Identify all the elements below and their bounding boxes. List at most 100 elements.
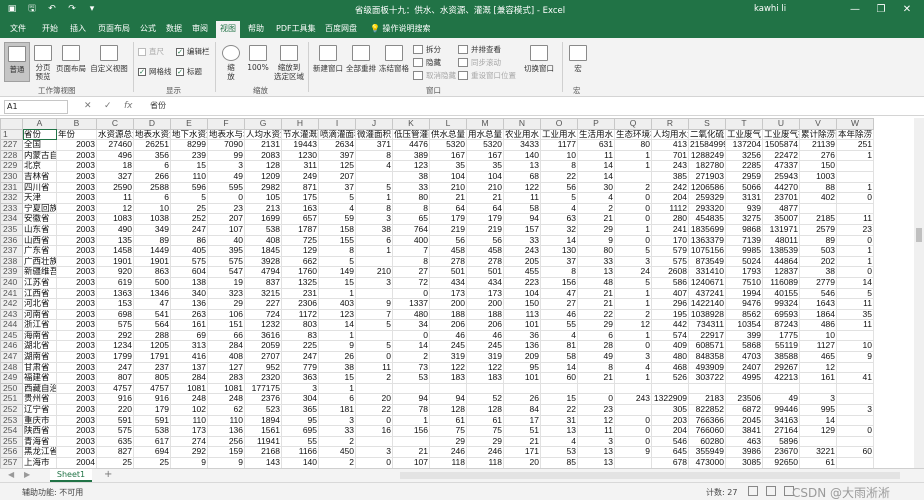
cell[interactable]: 工业用水 xyxy=(540,128,578,141)
cell[interactable]: 工业废气 xyxy=(725,128,763,141)
cell[interactable]: 61 xyxy=(429,414,467,427)
cell[interactable]: 64 xyxy=(466,202,504,215)
cell[interactable]: 541 xyxy=(133,308,171,321)
cell[interactable]: 27164 xyxy=(762,425,800,437)
cell[interactable]: 107 xyxy=(392,457,430,468)
cell[interactable]: 2003 xyxy=(56,361,97,374)
cell[interactable]: 58 xyxy=(540,351,578,363)
cell[interactable]: 501 xyxy=(429,266,467,278)
cell[interactable]: 1894 xyxy=(244,414,282,427)
cell[interactable]: 395 xyxy=(207,245,245,257)
cell[interactable]: 2579 xyxy=(799,223,837,236)
cell[interactable]: 25943 xyxy=(762,170,800,183)
cell[interactable]: 245 xyxy=(429,340,467,353)
cell[interactable]: 207 xyxy=(318,170,356,183)
cell[interactable]: 68 xyxy=(503,170,541,183)
cell[interactable]: 1112 xyxy=(651,202,689,215)
cell[interactable]: 2407 xyxy=(725,361,763,374)
cell[interactable]: 14 xyxy=(577,160,615,172)
cell[interactable]: 863 xyxy=(133,266,171,278)
cell[interactable]: 158 xyxy=(318,223,356,236)
cell[interactable] xyxy=(836,435,874,448)
cell[interactable]: 0 xyxy=(207,192,245,204)
cell[interactable]: 1 xyxy=(355,192,393,204)
cell[interactable]: 2003 xyxy=(56,234,97,247)
cell[interactable]: 5320 xyxy=(466,139,504,151)
cell[interactable]: 江苏省 xyxy=(22,276,57,289)
cell[interactable]: 贵州省 xyxy=(22,393,57,406)
split-button[interactable]: 拆分 xyxy=(413,44,441,55)
cell[interactable]: 227 xyxy=(244,298,282,310)
cell[interactable]: 42213 xyxy=(762,372,800,384)
cell[interactable]: 1 xyxy=(614,372,652,384)
cell[interactable] xyxy=(836,457,874,468)
cell[interactable]: 177175 xyxy=(244,382,282,395)
cell[interactable]: 2306 xyxy=(281,298,319,310)
cell[interactable]: 20 xyxy=(355,393,393,406)
cell[interactable]: 3986 xyxy=(725,446,763,458)
cell[interactable]: 125 xyxy=(318,160,356,172)
cell[interactable]: 省份 xyxy=(22,128,57,141)
cell[interactable] xyxy=(799,202,837,215)
cell[interactable]: 21 xyxy=(429,192,467,204)
cell[interactable]: 12 xyxy=(96,202,134,215)
cell[interactable]: 37 xyxy=(540,255,578,268)
cell[interactable]: 779 xyxy=(281,361,319,374)
cell[interactable]: 21 xyxy=(577,298,615,310)
cell[interactable]: 94 xyxy=(503,213,541,225)
cell[interactable]: 3215 xyxy=(244,287,282,300)
cell[interactable] xyxy=(799,435,837,448)
row-header[interactable]: 237 xyxy=(0,245,23,257)
cell[interactable]: 138539 xyxy=(762,245,800,257)
row-header[interactable]: 1 xyxy=(0,128,23,141)
cell[interactable]: 30 xyxy=(577,181,615,194)
cell[interactable]: 8 xyxy=(540,160,578,172)
cell[interactable]: 2003 xyxy=(56,435,97,448)
cell[interactable]: 248 xyxy=(170,393,208,406)
cell[interactable]: 8562 xyxy=(725,308,763,321)
cell[interactable]: 9868 xyxy=(725,223,763,236)
cell[interactable]: 349 xyxy=(133,223,171,236)
cell[interactable]: 69593 xyxy=(762,308,800,321)
cell[interactable]: 0 xyxy=(836,266,874,278)
cell[interactable]: 7090 xyxy=(207,139,245,151)
cell[interactable]: 5 xyxy=(540,192,578,204)
cell[interactable]: 47337 xyxy=(762,160,800,172)
cell[interactable]: 0 xyxy=(614,340,652,353)
cell[interactable]: 104 xyxy=(503,287,541,300)
cell[interactable]: 939 xyxy=(725,202,763,215)
cell[interactable]: 135 xyxy=(96,234,134,247)
cell[interactable]: 35 xyxy=(836,308,874,321)
cell[interactable]: 251 xyxy=(836,139,874,151)
cell[interactable]: 52 xyxy=(466,393,504,406)
cell[interactable]: 292 xyxy=(96,329,134,342)
column-header[interactable]: Q xyxy=(614,118,652,130)
cell[interactable]: 546 xyxy=(799,287,837,300)
cell[interactable] xyxy=(392,435,430,448)
cell[interactable]: 10354 xyxy=(725,319,763,331)
cell[interactable]: 150 xyxy=(503,298,541,310)
page-break-preview-button[interactable]: 分页 预览 xyxy=(32,42,54,82)
cell[interactable]: 3616 xyxy=(244,329,282,342)
cell[interactable]: 32 xyxy=(540,223,578,236)
cell[interactable]: 1699 xyxy=(244,213,282,225)
cell[interactable]: 2634 xyxy=(318,139,356,151)
cell[interactable]: 92650 xyxy=(762,457,800,468)
cell[interactable]: 203 xyxy=(651,414,689,427)
cell[interactable]: 1 xyxy=(614,223,652,236)
cell[interactable]: 137 xyxy=(170,361,208,374)
cell[interactable]: 247 xyxy=(170,223,208,236)
cell[interactable]: 242 xyxy=(651,181,689,194)
cell[interactable]: 1 xyxy=(836,149,874,162)
cell[interactable]: 0 xyxy=(392,329,430,342)
column-header[interactable]: O xyxy=(540,118,578,130)
cell[interactable]: 204 xyxy=(651,192,689,204)
cell[interactable]: 480 xyxy=(392,308,430,321)
cell[interactable]: 140 xyxy=(503,149,541,162)
cell[interactable]: 95 xyxy=(281,414,319,427)
cell[interactable]: 213 xyxy=(244,202,282,215)
cell[interactable]: 0 xyxy=(355,351,393,363)
cell[interactable]: 低压管灌面积 xyxy=(392,128,430,141)
cell[interactable]: 2083 xyxy=(244,149,282,162)
cell[interactable]: 129 xyxy=(281,245,319,257)
